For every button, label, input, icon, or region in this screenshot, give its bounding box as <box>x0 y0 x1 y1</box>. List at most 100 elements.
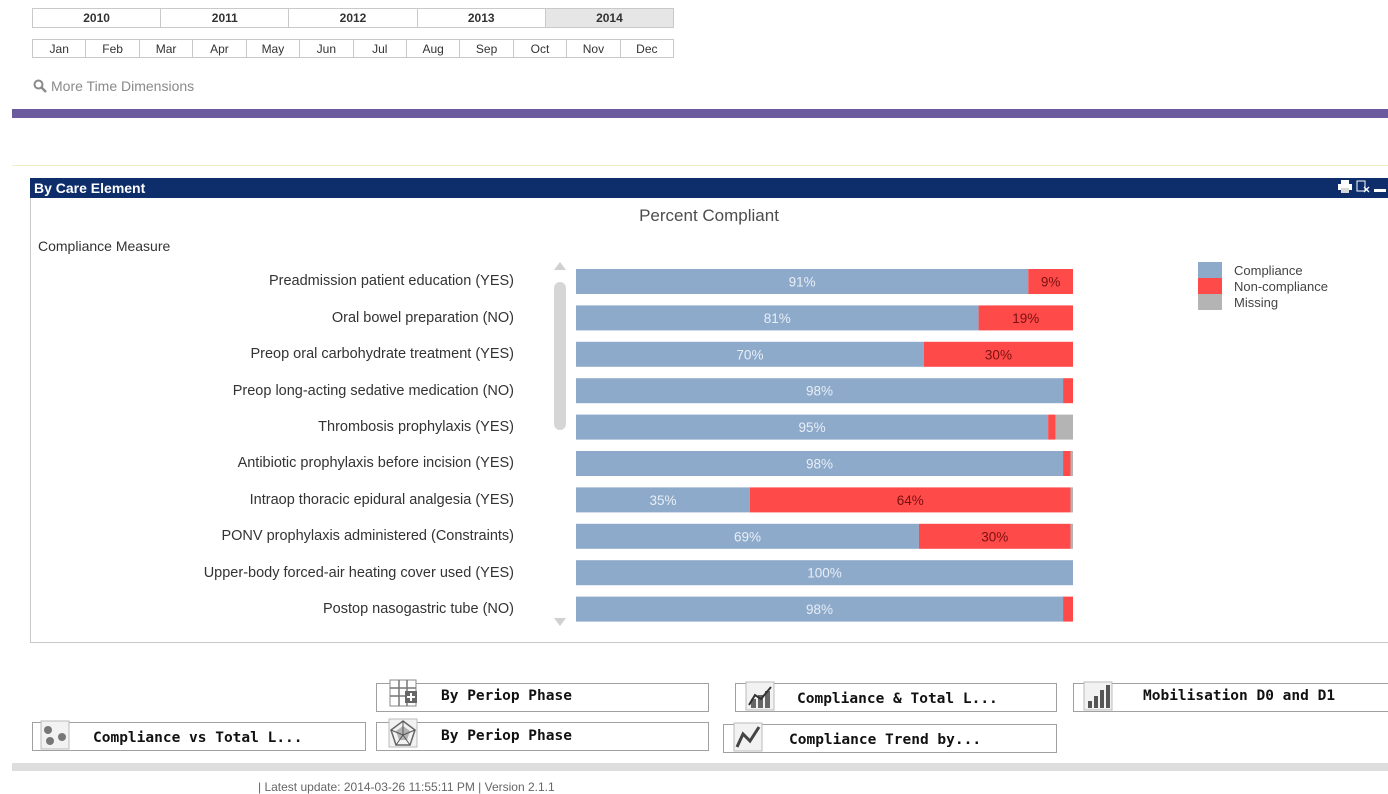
legend-label: Non-compliance <box>1234 278 1328 294</box>
year-2011[interactable]: 2011 <box>161 9 290 27</box>
bar-data-label: 19% <box>1012 311 1039 326</box>
year-2014[interactable]: 2014 <box>545 9 674 27</box>
bar-data-label: 98% <box>806 457 833 472</box>
printer-icon[interactable] <box>1338 180 1352 193</box>
dimension-label: Compliance Measure <box>38 238 171 254</box>
bar-data-label: 30% <box>985 347 1012 362</box>
bar-data-label: 98% <box>806 602 833 617</box>
clear-selection-icon[interactable] <box>1356 180 1370 193</box>
bar-row: 98% <box>576 451 1073 476</box>
legend-swatch <box>1198 294 1222 310</box>
category-label[interactable]: Preop oral carbohydrate treatment (YES) <box>250 346 514 362</box>
button-label: Compliance Trend by... <box>789 732 982 748</box>
radar-chart-icon <box>388 718 418 748</box>
scroll-down-arrow <box>554 618 566 626</box>
bar-data-label: 95% <box>799 420 826 435</box>
pivot-table-icon <box>389 679 417 707</box>
month-dec[interactable]: Dec <box>620 40 674 57</box>
panel-header-icons <box>1338 180 1386 193</box>
bar-row: 91% 9% <box>576 269 1073 294</box>
bar-segment-non-compliance[interactable] <box>1063 378 1073 404</box>
bar-segment-non-compliance[interactable] <box>1048 414 1056 440</box>
more-time-dimensions-label: More Time Dimensions <box>51 78 195 94</box>
month-selector: Jan Feb Mar Apr May Jun Jul Aug Sep Oct … <box>32 39 674 58</box>
month-feb[interactable]: Feb <box>86 40 140 57</box>
bar-segment-missing[interactable] <box>1055 414 1073 440</box>
line-chart-icon <box>733 722 763 752</box>
bar-row: 69% 30% <box>576 523 1073 549</box>
month-may[interactable]: May <box>246 40 301 57</box>
legend-item-compliance[interactable]: Compliance <box>1198 262 1328 278</box>
chart-scrollbar[interactable] <box>554 262 566 630</box>
scroll-up-arrow <box>554 262 566 270</box>
month-oct[interactable]: Oct <box>513 40 568 57</box>
month-jul[interactable]: Jul <box>353 40 407 57</box>
scroll-thumb <box>554 282 566 430</box>
search-icon <box>33 79 47 93</box>
button-label: By Periop Phase <box>441 728 572 744</box>
bar-data-label: 98% <box>806 384 833 399</box>
bar-data-label: 91% <box>789 275 816 290</box>
legend-swatch <box>1198 262 1222 278</box>
minimize-icon[interactable] <box>1374 180 1386 193</box>
button-label: Compliance vs Total L... <box>93 730 303 746</box>
bar-data-label: 81% <box>764 311 791 326</box>
month-sep[interactable]: Sep <box>460 40 514 57</box>
legend-item-non-compliance[interactable]: Non-compliance <box>1198 278 1328 294</box>
button-label: Compliance & Total L... <box>797 691 998 707</box>
month-apr[interactable]: Apr <box>193 40 247 57</box>
category-label[interactable]: Preadmission patient education (YES) <box>269 273 514 289</box>
thin-divider <box>12 165 1388 166</box>
bar-segment-missing[interactable] <box>1070 451 1073 476</box>
category-label[interactable]: Intraop thoracic epidural analgesia (YES… <box>250 492 514 508</box>
panel-header[interactable]: By Care Element <box>30 178 1388 198</box>
button-label: By Periop Phase <box>441 688 572 704</box>
category-label[interactable]: Postop nasogastric tube (NO) <box>323 601 514 617</box>
bar-segment-non-compliance[interactable] <box>1063 451 1071 476</box>
category-label[interactable]: Oral bowel preparation (NO) <box>332 310 514 326</box>
category-label[interactable]: PONV prophylaxis administered (Constrain… <box>221 528 514 544</box>
legend-label: Compliance <box>1234 262 1303 278</box>
bar-data-label: 70% <box>736 347 763 362</box>
legend-label: Missing <box>1234 294 1279 310</box>
bar-data-label: 30% <box>981 529 1008 544</box>
scatter-chart-icon <box>40 720 70 750</box>
panel-title: By Care Element <box>34 180 146 196</box>
month-aug[interactable]: Aug <box>406 40 461 57</box>
year-2010[interactable]: 2010 <box>33 9 162 27</box>
month-jan[interactable]: Jan <box>33 40 87 57</box>
year-2013[interactable]: 2013 <box>417 9 546 27</box>
combo-chart-icon <box>745 681 775 711</box>
footer-status: | Latest update: 2014-03-26 11:55:11 PM … <box>258 780 555 794</box>
legend-item-missing[interactable]: Missing <box>1198 294 1328 310</box>
bar-segment-missing[interactable] <box>1070 523 1073 549</box>
bar-row: 81% 19% <box>576 305 1073 331</box>
category-label[interactable]: Upper-body forced-air heating cover used… <box>204 565 514 581</box>
button-label: Mobilisation D0 and D1 <box>1143 688 1336 704</box>
bar-row: 100% <box>576 560 1073 586</box>
bar-data-label: 100% <box>807 566 842 581</box>
bar-data-label: 9% <box>1041 275 1061 290</box>
bar-segment-non-compliance[interactable] <box>1063 596 1073 622</box>
bar-chart-icon <box>1083 681 1113 711</box>
bar-row: 35% 64% <box>576 487 1073 513</box>
category-label[interactable]: Antibiotic prophylaxis before incision (… <box>238 455 514 471</box>
bar-data-label: 69% <box>734 529 761 544</box>
year-2012[interactable]: 2012 <box>289 9 418 27</box>
more-time-dimensions-link[interactable]: More Time Dimensions <box>33 78 194 94</box>
month-nov[interactable]: Nov <box>567 40 621 57</box>
bar-row: 95% <box>576 414 1073 440</box>
bar-segment-missing[interactable] <box>1070 487 1073 513</box>
bar-row: 98% <box>576 378 1073 404</box>
month-jun[interactable]: Jun <box>300 40 354 57</box>
bar-data-label: 35% <box>649 493 676 508</box>
bar-data-label: 64% <box>897 493 924 508</box>
legend-swatch <box>1198 278 1222 294</box>
chart-legend: Compliance Non-compliance Missing <box>1198 262 1328 310</box>
section-divider <box>12 109 1388 118</box>
chart-title: Percent Compliant <box>639 206 779 225</box>
category-label[interactable]: Thrombosis prophylaxis (YES) <box>318 419 514 435</box>
category-label[interactable]: Preop long-acting sedative medication (N… <box>233 383 514 399</box>
year-selector: 2010 2011 2012 2013 2014 <box>32 8 674 28</box>
month-mar[interactable]: Mar <box>139 40 194 57</box>
